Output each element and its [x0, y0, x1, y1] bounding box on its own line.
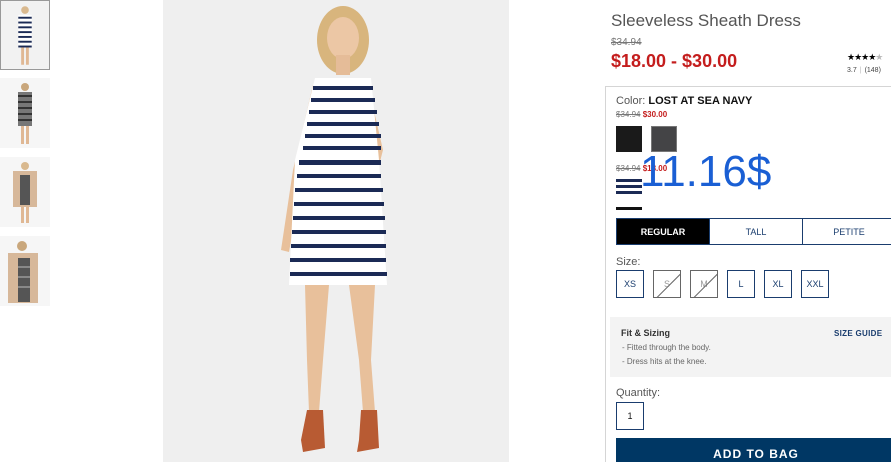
star-icon-empty: ★ [875, 52, 883, 62]
color-group-sale-price: $30.00 [642, 110, 668, 119]
color-swatch-navy-stripe[interactable] [616, 176, 642, 194]
review-count: (148) [864, 67, 881, 74]
color-label-text: Color: [616, 95, 646, 107]
fit-detail-line: - Dress hits at the knee. [622, 357, 707, 366]
fit-detail-line: - Fitted through the body. [622, 343, 711, 352]
selected-swatch-indicator [616, 207, 642, 210]
rating-meta[interactable]: 3.7 | (148) [847, 67, 881, 74]
rating-stars[interactable]: ★★★★★ [847, 52, 883, 63]
size-xxl-button[interactable]: XXL [801, 270, 829, 298]
size-m-button[interactable]: M [690, 270, 718, 298]
quantity-label: Quantity: [616, 387, 661, 399]
fit-type-tabs: REGULAR TALL PETITE [616, 218, 891, 245]
color-group-old-price: $34.94 [616, 110, 641, 119]
tab-petite[interactable]: PETITE [803, 219, 891, 244]
main-product-image[interactable] [163, 0, 509, 462]
tab-regular[interactable]: REGULAR [617, 219, 710, 244]
thumbnail-back-view[interactable] [0, 78, 50, 148]
size-xs-button[interactable]: XS [616, 270, 644, 298]
quantity-input[interactable]: 1 [616, 402, 644, 430]
color-label: Color: LOST AT SEA NAVY [616, 95, 752, 107]
fit-sizing-title: Fit & Sizing [621, 328, 670, 338]
thumbnail-trench-view[interactable] [0, 157, 50, 227]
color-group-old-price: $34.94 [616, 164, 641, 173]
sale-price-range: $18.00 - $30.00 [611, 51, 738, 71]
thumbnail-detail-view[interactable] [0, 236, 50, 306]
rating-value: 3.7 [847, 67, 857, 74]
tab-tall[interactable]: TALL [710, 219, 803, 244]
overlay-price-text: 11.16$ [640, 147, 772, 196]
size-guide-link[interactable]: SIZE GUIDE [834, 329, 882, 338]
size-l-button[interactable]: L [727, 270, 755, 298]
selected-color-name: LOST AT SEA NAVY [648, 95, 753, 107]
thumbnail-front-view[interactable] [0, 0, 50, 70]
color-swatch-black[interactable] [616, 126, 642, 152]
star-icons-filled: ★★★★ [847, 52, 876, 62]
size-options: XS S M L XL XXL [616, 270, 838, 298]
size-xl-button[interactable]: XL [764, 270, 792, 298]
product-title: Sleeveless Sheath Dress [611, 11, 801, 30]
rating-separator: | [859, 67, 862, 74]
size-label: Size: [616, 256, 641, 268]
add-to-bag-button[interactable]: ADD TO BAG [616, 438, 891, 462]
size-s-button[interactable]: S [653, 270, 681, 298]
color-group-price-1: $34.94 $30.00 [616, 110, 667, 119]
original-price: $34.94 [611, 37, 642, 48]
